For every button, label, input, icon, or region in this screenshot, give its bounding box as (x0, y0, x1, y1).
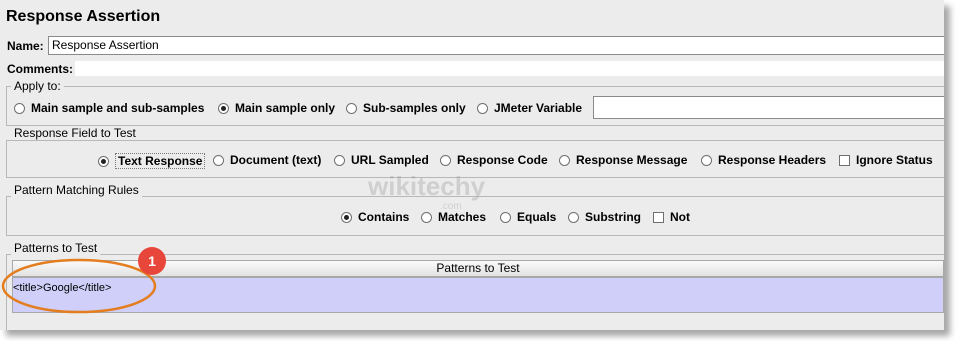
radio-document-text[interactable]: Document (text) (213, 153, 321, 167)
radio-selected-icon (341, 211, 352, 223)
radio-substring[interactable]: Substring (568, 210, 641, 224)
response-assertion-panel: Response Assertion Name: Response Assert… (0, 0, 944, 330)
checkbox-ignore-status[interactable]: Ignore Status (839, 153, 933, 167)
checkbox-not[interactable]: Not (653, 210, 690, 224)
radio-icon (559, 154, 570, 166)
radio-jmeter-variable[interactable]: JMeter Variable (477, 101, 582, 115)
radio-selected-icon (98, 155, 109, 167)
option-label: Not (670, 210, 690, 224)
comments-label: Comments: (7, 62, 74, 76)
radio-sub-samples-only[interactable]: Sub-samples only (346, 101, 466, 115)
radio-icon (477, 102, 488, 114)
option-label: Text Response (115, 153, 206, 169)
radio-main-and-sub-samples[interactable]: Main sample and sub-samples (14, 101, 204, 115)
option-label: Ignore Status (856, 153, 933, 167)
radio-icon (500, 211, 511, 223)
annotation-overlay: 1 (1, 247, 166, 314)
highlight-ellipse (1, 258, 157, 314)
checkbox-icon (653, 211, 664, 223)
option-label: JMeter Variable (494, 101, 583, 115)
radio-contains[interactable]: Contains (341, 210, 409, 224)
response-field-legend: Response Field to Test (11, 126, 139, 140)
name-field[interactable]: Response Assertion (48, 36, 944, 55)
radio-icon (14, 102, 25, 114)
radio-icon (334, 154, 345, 166)
radio-matches[interactable]: Matches (421, 210, 486, 224)
option-label: Main sample only (235, 101, 336, 115)
option-label: Document (text) (230, 153, 322, 167)
radio-main-sample-only[interactable]: Main sample only (218, 101, 335, 115)
option-label: Contains (358, 210, 410, 224)
radio-icon (701, 154, 712, 166)
option-label: Main sample and sub-samples (31, 101, 205, 115)
radio-icon (440, 154, 451, 166)
radio-response-headers[interactable]: Response Headers (701, 153, 826, 167)
radio-selected-icon (218, 102, 229, 114)
pattern-rules-legend: Pattern Matching Rules (11, 183, 142, 197)
comments-field[interactable] (74, 60, 944, 77)
option-label: Response Headers (718, 153, 827, 167)
page-title: Response Assertion (6, 8, 161, 25)
radio-icon (568, 211, 579, 223)
option-label: Response Message (576, 153, 688, 167)
option-label: Substring (585, 210, 641, 224)
option-label: Equals (517, 210, 557, 224)
checkbox-icon (839, 154, 850, 166)
callout-number: 1 (148, 253, 156, 269)
radio-equals[interactable]: Equals (500, 210, 556, 224)
radio-response-message[interactable]: Response Message (559, 153, 687, 167)
option-label: Sub-samples only (363, 101, 466, 115)
jmeter-variable-input[interactable] (593, 96, 944, 119)
radio-icon (346, 102, 357, 114)
radio-text-response[interactable]: Text Response (98, 153, 206, 169)
radio-icon (213, 154, 224, 166)
option-label: Matches (438, 210, 487, 224)
radio-icon (421, 211, 432, 223)
name-label: Name: (7, 39, 44, 53)
apply-to-legend: Apply to: (11, 79, 64, 93)
